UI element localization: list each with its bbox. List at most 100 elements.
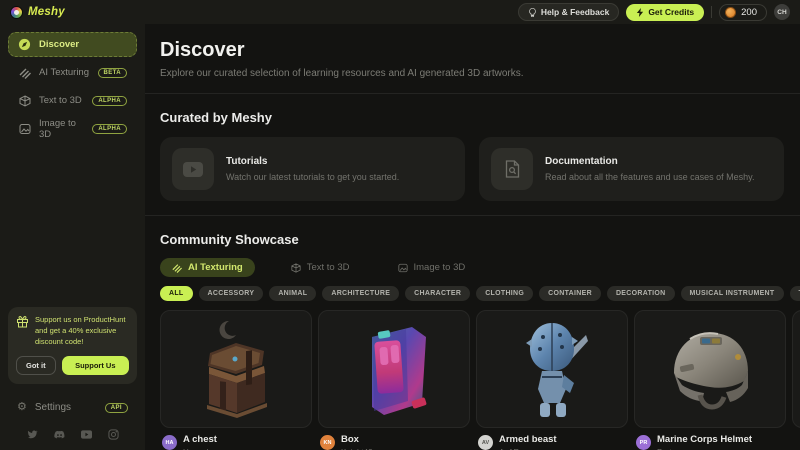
showcase-tabs: AI Texturing Text to 3D Image to 3D	[160, 258, 784, 277]
filter-chip-all[interactable]: ALL	[160, 286, 193, 301]
support-us-button[interactable]: Support Us	[62, 356, 129, 375]
sidebar-item-ai-texturing[interactable]: AI Texturing BETA	[8, 60, 137, 85]
credits-balance[interactable]: 200	[719, 4, 767, 21]
alpha-badge: ALPHA	[92, 96, 127, 106]
curated-heading: Curated by Meshy	[160, 110, 784, 125]
showcase-card[interactable]: KN Box Knight42	[318, 310, 470, 450]
model-thumbnail-partial	[792, 310, 800, 428]
model-thumbnail-chest	[160, 310, 312, 428]
tutorials-card[interactable]: Tutorials Watch our latest tutorials to …	[160, 137, 465, 201]
twitter-icon[interactable]	[27, 429, 38, 440]
filter-chip-transportation[interactable]: TRANSPORTATION	[790, 286, 800, 301]
filter-chip-character[interactable]: CHARACTER	[405, 286, 470, 301]
sidebar-item-label: Discover	[39, 39, 79, 50]
tab-text-to-3d[interactable]: Text to 3D	[279, 258, 362, 277]
got-it-button[interactable]: Got it	[16, 356, 56, 375]
sidebar-item-settings[interactable]: ⚙ Settings API	[8, 396, 137, 419]
filter-chip-musical-instrument[interactable]: MUSICAL INSTRUMENT	[681, 286, 784, 301]
lightbulb-icon	[528, 8, 537, 17]
curated-card-description: Read about all the features and use case…	[545, 172, 754, 182]
model-title: Armed beast	[499, 434, 557, 445]
divider	[145, 215, 800, 216]
help-feedback-button[interactable]: Help & Feedback	[518, 3, 620, 21]
topbar: Meshy Help & Feedback Get Credits 200 CH	[0, 0, 800, 24]
image-icon	[398, 263, 408, 273]
filter-chip-accessory[interactable]: ACCESSORY	[199, 286, 264, 301]
tab-label: AI Texturing	[188, 262, 243, 273]
showcase-card[interactable]: HA A chest Hannah	[160, 310, 312, 450]
model-info: AV Armed beast AvAR	[476, 434, 628, 450]
filter-chip-architecture[interactable]: ARCHITECTURE	[322, 286, 399, 301]
support-promo-card: Support us on ProductHunt and get a 40% …	[8, 307, 137, 384]
instagram-icon[interactable]	[108, 429, 119, 440]
help-feedback-label: Help & Feedback	[541, 7, 610, 17]
image-icon	[18, 122, 31, 135]
filter-chip-animal[interactable]: ANIMAL	[269, 286, 316, 301]
sidebar-item-label: Text to 3D	[39, 95, 82, 106]
sidebar-item-label: Image to 3D	[39, 118, 84, 140]
sidebar: Discover AI Texturing BETA Text to 3D AL…	[0, 24, 145, 450]
page-subtitle: Explore our curated selection of learnin…	[160, 68, 784, 79]
sidebar-nav: Discover AI Texturing BETA Text to 3D AL…	[0, 24, 145, 141]
model-title: A chest	[183, 434, 217, 445]
curated-card-title: Documentation	[545, 156, 754, 167]
showcase-card-partial[interactable]	[792, 310, 800, 450]
topbar-divider	[711, 6, 712, 18]
topbar-actions: Help & Feedback Get Credits 200 CH	[518, 3, 790, 21]
get-credits-button[interactable]: Get Credits	[626, 4, 704, 21]
sidebar-item-label: AI Texturing	[39, 67, 89, 78]
author-avatar[interactable]: HA	[162, 435, 177, 450]
meshy-logo-icon	[10, 6, 23, 19]
sidebar-item-image-to-3d[interactable]: Image to 3D ALPHA	[8, 116, 137, 141]
main-content: Discover Explore our curated selection o…	[145, 24, 800, 450]
divider	[145, 93, 800, 94]
logo-text: Meshy	[28, 6, 65, 18]
gift-icon	[16, 315, 29, 328]
filter-chip-container[interactable]: CONTAINER	[539, 286, 601, 301]
sidebar-item-text-to-3d[interactable]: Text to 3D ALPHA	[8, 88, 137, 113]
model-thumbnail-armed-beast	[476, 310, 628, 428]
youtube-icon[interactable]	[81, 429, 92, 440]
gear-icon: ⚙	[17, 402, 27, 413]
settings-label: Settings	[35, 402, 71, 413]
discover-compass-icon	[18, 38, 31, 51]
model-title: Marine Corps Helmet	[657, 434, 752, 445]
curated-card-text: Documentation Read about all the feature…	[545, 156, 754, 182]
api-badge: API	[105, 403, 128, 413]
support-text: Support us on ProductHunt and get a 40% …	[35, 315, 129, 348]
user-avatar[interactable]: CH	[774, 4, 790, 20]
curated-card-description: Watch our latest tutorials to get you st…	[226, 172, 399, 182]
author-avatar[interactable]: KN	[320, 435, 335, 450]
beta-badge: BETA	[98, 68, 128, 78]
discord-icon[interactable]	[54, 429, 65, 440]
tab-image-to-3d[interactable]: Image to 3D	[386, 258, 478, 277]
model-thumbnail-box	[318, 310, 470, 428]
tab-ai-texturing[interactable]: AI Texturing	[160, 258, 255, 277]
curated-card-text: Tutorials Watch our latest tutorials to …	[226, 156, 399, 182]
showcase-card[interactable]: PR Marine Corps Helmet Proton	[634, 310, 786, 450]
showcase-heading: Community Showcase	[160, 232, 784, 247]
model-info: PR Marine Corps Helmet Proton	[634, 434, 786, 450]
cube-icon	[18, 94, 31, 107]
bolt-icon	[636, 8, 644, 17]
tab-label: Text to 3D	[307, 262, 350, 273]
showcase-grid: HA A chest Hannah	[160, 310, 800, 450]
sidebar-item-discover[interactable]: Discover	[8, 32, 137, 57]
credits-count: 200	[741, 7, 757, 18]
author-avatar[interactable]: PR	[636, 435, 651, 450]
logo[interactable]: Meshy	[10, 6, 65, 19]
filter-chip-clothing[interactable]: CLOTHING	[476, 286, 533, 301]
documentation-card[interactable]: Documentation Read about all the feature…	[479, 137, 784, 201]
curated-cards: Tutorials Watch our latest tutorials to …	[160, 137, 784, 201]
model-title: Box	[341, 434, 373, 445]
page-title: Discover	[160, 39, 784, 62]
author-avatar[interactable]: AV	[478, 435, 493, 450]
texture-brush-icon	[172, 263, 182, 273]
model-info: HA A chest Hannah	[160, 434, 312, 450]
coin-icon	[725, 7, 736, 18]
document-search-icon	[491, 148, 533, 190]
alpha-badge: ALPHA	[92, 124, 127, 134]
texture-brush-icon	[18, 66, 31, 79]
filter-chip-decoration[interactable]: DECORATION	[607, 286, 675, 301]
showcase-card[interactable]: AV Armed beast AvAR	[476, 310, 628, 450]
